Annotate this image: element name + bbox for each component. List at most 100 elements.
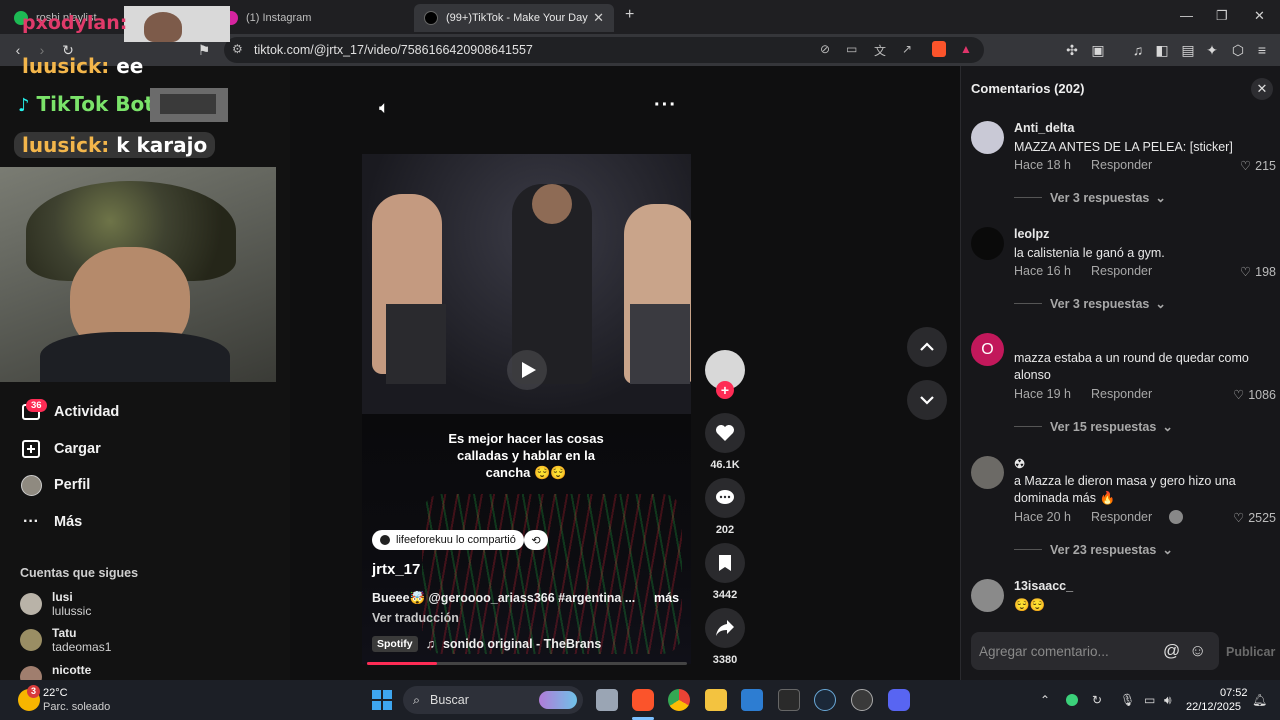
maximize-icon[interactable]: ❐ [1216, 8, 1228, 24]
sync-icon[interactable]: ↻ [1092, 693, 1102, 707]
repost-icon[interactable]: ⟲ [524, 530, 548, 550]
windows-start-icon[interactable] [372, 690, 392, 715]
screenshot-icon[interactable]: ▣ [1090, 42, 1106, 58]
spotify-badge[interactable]: Spotify [372, 636, 418, 652]
tray-overflow-icon[interactable]: ⌃ [1040, 693, 1050, 707]
view-replies-button[interactable]: Ver 3 respuestas ⌄ [1014, 190, 1166, 205]
avatar[interactable]: O [971, 333, 1004, 366]
view-replies-button[interactable]: Ver 3 respuestas ⌄ [1014, 296, 1166, 311]
extensions-icon[interactable]: ✣ [1064, 42, 1080, 58]
more-options-icon[interactable]: ··· [654, 94, 677, 117]
like-button[interactable]: 46.1K [705, 413, 745, 471]
mention-icon[interactable]: @ [1163, 641, 1180, 661]
reply-button[interactable]: Responder [1091, 158, 1152, 172]
bookmark-icon[interactable]: ⚑ [196, 42, 212, 58]
microphone-icon[interactable]: 🎙︎ [1120, 693, 1135, 707]
video-player[interactable] [362, 154, 691, 414]
obs-icon[interactable] [851, 689, 873, 711]
close-comments-icon[interactable]: ✕ [1251, 78, 1273, 100]
following-item[interactable]: Tatu tadeomas1 [20, 626, 111, 654]
reply-button[interactable]: Responder [1091, 510, 1152, 524]
network-icon[interactable]: ▭ [1144, 693, 1155, 707]
minimize-icon[interactable]: — [1180, 8, 1193, 23]
video-author[interactable]: jrtx_17 [372, 561, 420, 578]
leo-ai-icon[interactable]: ✦ [1204, 42, 1220, 58]
avatar[interactable] [971, 579, 1004, 612]
comment-like-button[interactable]: ♡ 198 [1240, 264, 1276, 280]
install-app-icon[interactable]: ▭ [846, 42, 857, 56]
discord-icon[interactable] [888, 689, 910, 711]
avatar[interactable] [971, 227, 1004, 260]
close-tab-icon[interactable]: ✕ [593, 10, 604, 26]
comment-username[interactable]: Anti_delta [1014, 121, 1074, 135]
chrome-icon[interactable] [668, 689, 690, 711]
tab-tiktok[interactable]: (99+)TikTok - Make Your Day ✕ [414, 4, 614, 32]
menu-icon[interactable]: ≡ [1254, 42, 1270, 58]
sidebar-item-cargar[interactable]: Cargar [20, 438, 101, 460]
play-button[interactable] [507, 350, 547, 390]
task-view-icon[interactable] [596, 689, 618, 711]
vpn-icon[interactable]: ⬡ [1230, 42, 1246, 58]
sidebar-toggle-icon[interactable]: ◧ [1154, 42, 1170, 58]
brave-rewards-icon[interactable]: ▲ [960, 42, 972, 56]
comment-username[interactable]: ☢ [1014, 456, 1025, 471]
comment-username[interactable]: leolpz [1014, 227, 1049, 241]
epic-games-icon[interactable] [778, 689, 800, 711]
weather-desc[interactable]: Parc. soleado [43, 701, 110, 713]
share-button[interactable]: 3380 [705, 608, 745, 666]
microsoft-store-icon[interactable] [741, 689, 763, 711]
previous-video-button[interactable] [907, 327, 947, 367]
tray-app-icon[interactable] [1066, 694, 1078, 706]
comment-button[interactable]: 202 [705, 478, 745, 536]
publish-button[interactable]: Publicar [1226, 645, 1275, 659]
share-icon[interactable]: ↗ [902, 42, 912, 56]
save-button[interactable]: 3442 [705, 543, 745, 601]
reply-button[interactable]: Responder [1091, 387, 1152, 401]
steam-icon[interactable] [814, 689, 836, 711]
comment-username[interactable]: 13isaacc_ [1014, 579, 1073, 593]
media-icon[interactable]: ♫ [1130, 42, 1146, 58]
next-video-button[interactable] [907, 380, 947, 420]
video-progress-bar[interactable] [367, 662, 687, 665]
tab-instagram[interactable]: (1) Instagram [214, 4, 410, 32]
sidebar-item-mas[interactable]: ··· Más [20, 511, 82, 533]
comment-like-button[interactable]: ♡ 215 [1240, 158, 1276, 174]
reply-button[interactable]: Responder [1091, 264, 1152, 278]
taskbar-search[interactable]: ⌕ Buscar [403, 686, 583, 714]
notifications-icon[interactable]: 🔔︎ [1252, 693, 1267, 707]
view-replies-label: Ver 23 respuestas [1050, 542, 1157, 557]
translate-icon[interactable]: 文 [874, 42, 886, 59]
shared-by-pill[interactable]: lifeeforekuu lo compartió [372, 530, 524, 550]
music-row[interactable]: Spotify ♫ sonido original - TheBrans [372, 636, 601, 652]
following-item[interactable]: lusi lulussic [20, 590, 91, 618]
clock-time[interactable]: 07:52 [1220, 687, 1248, 699]
avatar[interactable] [971, 456, 1004, 489]
address-bar[interactable]: ⚙ tiktok.com/@jrtx_17/video/758616642090… [224, 37, 984, 63]
author-avatar-button[interactable]: + [705, 350, 745, 399]
comment-like-button[interactable]: ♡ 2525 [1232, 510, 1276, 526]
avatar[interactable] [971, 121, 1004, 154]
heart-outline-icon: ♡ [1232, 511, 1245, 525]
comment-like-button[interactable]: ♡ 1086 [1233, 387, 1276, 403]
speaker-icon[interactable]: 🔊︎ [1164, 693, 1172, 708]
comment-input[interactable]: Agregar comentario... @ ☺ [971, 632, 1219, 670]
clock-date[interactable]: 22/12/2025 [1186, 701, 1241, 713]
weather-temp[interactable]: 22°C [43, 687, 68, 699]
view-replies-button[interactable]: Ver 15 respuestas ⌄ [1014, 419, 1173, 434]
window-close-icon[interactable]: ✕ [1254, 8, 1265, 24]
brave-browser-icon[interactable] [632, 689, 654, 711]
translate-link[interactable]: Ver traducción [372, 611, 459, 625]
more-link[interactable]: más [654, 591, 679, 605]
shared-by-text: lifeeforekuu lo compartió [396, 534, 516, 546]
new-tab-button[interactable]: + [625, 6, 634, 24]
cast-off-icon[interactable]: ⊘ [820, 42, 830, 56]
file-explorer-icon[interactable] [705, 689, 727, 711]
sidebar-item-perfil[interactable]: Perfil [20, 474, 90, 496]
wallet-icon[interactable]: ▤ [1180, 42, 1196, 58]
follow-plus-icon[interactable]: + [716, 381, 734, 399]
view-replies-button[interactable]: Ver 23 respuestas ⌄ [1014, 542, 1173, 557]
brave-shield-icon[interactable] [932, 41, 946, 57]
site-info-icon[interactable]: ⚙ [232, 42, 243, 56]
volume-icon[interactable]: 🔈︎ [379, 98, 389, 118]
emoji-icon[interactable]: ☺ [1189, 641, 1206, 661]
